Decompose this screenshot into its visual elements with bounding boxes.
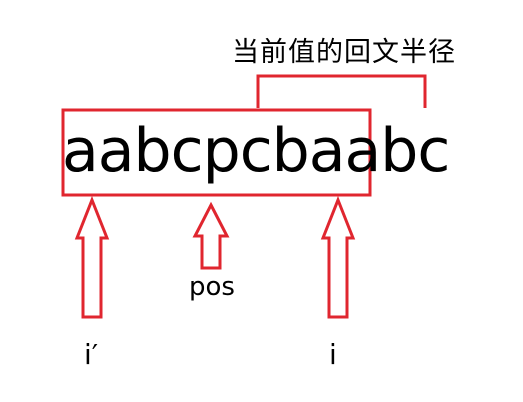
i-prime-label: i′ (84, 338, 99, 371)
i-label: i (329, 338, 337, 371)
i-prime-arrow-icon (74, 195, 110, 319)
pos-label: pos (189, 272, 235, 302)
radius-bracket (256, 74, 427, 108)
palindrome-radius-label: 当前值的回文半径 (232, 37, 456, 68)
string-text: aabcpcbaabc (62, 116, 450, 186)
pos-arrow-icon (192, 201, 230, 270)
i-arrow-icon (320, 195, 356, 319)
